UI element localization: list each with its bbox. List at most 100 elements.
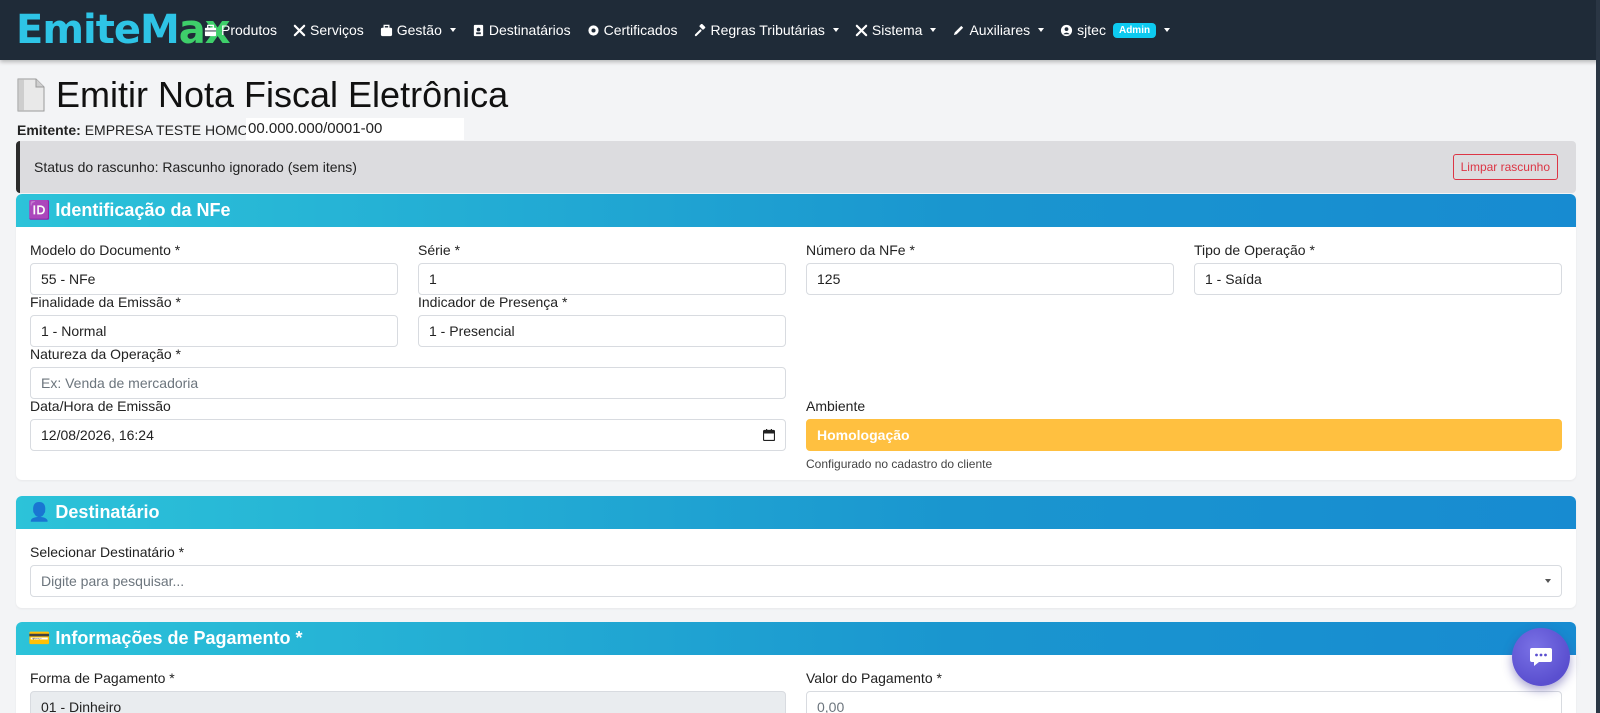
valor-pagamento-input[interactable]: 0,00 [806, 691, 1562, 713]
destinatario-header: 👤 Destinatário [16, 496, 1576, 529]
presenca-field: Indicador de Presença * 1 - Presencial [418, 294, 786, 347]
pagamento-title: Informações de Pagamento * [55, 628, 303, 648]
chevron-down-icon [832, 28, 839, 32]
numero-nfe-field: Número da NFe * 125 [806, 242, 1174, 295]
nav-item-servicos[interactable]: Serviços [293, 22, 364, 38]
chat-bubble-icon [1530, 648, 1552, 666]
valor-pagamento-label: Valor do Pagamento * [806, 670, 942, 686]
destinatario-select[interactable]: Digite para pesquisar... [30, 565, 1562, 597]
chevron-down-icon [1038, 28, 1045, 32]
top-navbar: EmiteM ax Produtos Serviços Gestão Destin… [0, 0, 1600, 60]
clear-draft-button[interactable]: Limpar rascunho [1452, 154, 1558, 180]
nav-item-sistema[interactable]: Sistema [855, 22, 937, 38]
emitente-cnpj: 00.000.000/0001-00 [246, 118, 464, 140]
nav-item-label: Produtos [221, 22, 278, 38]
document-icon [17, 78, 45, 112]
destinatario-select-field: Selecionar Destinatário * Digite para pe… [30, 544, 1562, 597]
data-emissao-input[interactable]: 12/08/2026, 16:24 [30, 419, 786, 451]
page-title-text: Emitir Nota Fiscal Eletrônica [56, 74, 509, 115]
data-emissao-label: Data/Hora de Emissão [30, 398, 171, 414]
nav-user-menu[interactable]: sjtec Admin [1060, 22, 1171, 38]
nav-item-label: Gestão [396, 22, 442, 38]
chevron-down-icon [1545, 579, 1551, 583]
identificacao-title: Identificação da NFe [55, 200, 231, 220]
identificacao-header: 🆔 Identificação da NFe [16, 194, 1576, 227]
tipo-operacao-field: Tipo de Operação * 1 - Saída [1194, 242, 1562, 295]
serie-field: Série * 1 [418, 242, 786, 295]
natureza-field: Natureza da Operação * Ex: Venda de merc… [30, 346, 786, 399]
user-circle-icon [1061, 24, 1073, 36]
nav-item-destinatarios[interactable]: Destinatários [472, 22, 571, 38]
ambiente-hint: Configurado no cadastro do cliente [806, 457, 993, 471]
box-icon [204, 24, 217, 36]
id-icon: 🆔 [28, 200, 51, 220]
calendar-icon[interactable] [763, 429, 775, 441]
pagamento-card: 💳 Informações de Pagamento * Forma de Pa… [16, 622, 1576, 713]
data-emissao-field: Data/Hora de Emissão 12/08/2026, 16:24 [30, 398, 786, 451]
numero-nfe-label: Número da NFe * [806, 242, 915, 258]
pencil-icon [954, 25, 964, 35]
nav-item-regras-tributarias[interactable]: Regras Tributárias [694, 22, 839, 38]
natureza-label: Natureza da Operação * [30, 346, 181, 362]
chat-button[interactable] [1512, 628, 1570, 686]
serie-label: Série * [418, 242, 461, 258]
ambiente-label: Ambiente [806, 398, 866, 414]
presenca-select[interactable]: 1 - Presencial [418, 315, 786, 347]
address-book-icon [473, 24, 484, 36]
nav-item-auxiliares[interactable]: Auxiliares [952, 22, 1045, 38]
destinatario-card: 👤 Destinatário Selecionar Destinatário *… [16, 496, 1576, 608]
forma-pagamento-select[interactable]: 01 - Dinheiro [30, 691, 786, 713]
numero-nfe-input[interactable]: 125 [806, 263, 1174, 295]
emitente-name: EMPRESA TESTE HOMOLO [84, 122, 268, 138]
role-badge: Admin [1112, 22, 1157, 38]
presenca-label: Indicador de Presença * [418, 294, 568, 310]
finalidade-select[interactable]: 1 - Normal [30, 315, 398, 347]
scrollbar[interactable] [1596, 0, 1600, 713]
ambiente-field: Ambiente Homologação Configurado no cada… [806, 398, 1562, 471]
nav-item-label: Regras Tributárias [710, 22, 825, 38]
modelo-field: Modelo do Documento * 55 - NFe [30, 242, 398, 295]
draft-status-text: Status do rascunho: Rascunho ignorado (s… [34, 159, 357, 175]
chevron-down-icon [449, 28, 456, 32]
briefcase-icon [380, 24, 392, 36]
tipo-operacao-select[interactable]: 1 - Saída [1194, 263, 1562, 295]
nav-item-label: Auxiliares [969, 22, 1031, 38]
page-title: Emitir Nota Fiscal Eletrônica [16, 72, 508, 118]
forma-pagamento-field: Forma de Pagamento * 01 - Dinheiro [30, 670, 786, 713]
serie-input[interactable]: 1 [418, 263, 786, 295]
identificacao-card: 🆔 Identificação da NFe Modelo do Documen… [16, 194, 1576, 480]
certificate-icon [587, 24, 599, 36]
modelo-input[interactable]: 55 - NFe [30, 263, 398, 295]
nav-item-label: Sistema [871, 22, 923, 38]
chevron-down-icon [930, 28, 937, 32]
destinatario-title: Destinatário [55, 502, 160, 522]
nav-item-label: Serviços [310, 22, 364, 38]
emitente-info: Emitente: EMPRESA TESTE HOMOLO [17, 122, 267, 138]
brand-logo-part1: EmiteM [16, 7, 180, 53]
emitente-label: Emitente: [17, 122, 81, 138]
draft-status-alert: Status do rascunho: Rascunho ignorado (s… [16, 141, 1576, 193]
tipo-operacao-label: Tipo de Operação * [1194, 242, 1315, 258]
destinatario-select-label: Selecionar Destinatário * [30, 544, 185, 560]
user-name: sjtec [1077, 22, 1106, 38]
nav-item-gestao[interactable]: Gestão [380, 22, 456, 38]
credit-card-icon: 💳 [28, 628, 51, 648]
nav-item-label: Certificados [603, 22, 678, 38]
gavel-icon [694, 23, 705, 36]
pagamento-header: 💳 Informações de Pagamento * [16, 622, 1576, 655]
nav-item-certificados[interactable]: Certificados [587, 22, 678, 38]
chevron-down-icon [1164, 28, 1171, 32]
ambiente-input: Homologação [806, 419, 1562, 451]
natureza-input[interactable]: Ex: Venda de mercadoria [30, 367, 786, 399]
finalidade-label: Finalidade da Emissão * [30, 294, 181, 310]
tools-icon [855, 24, 868, 36]
nav-item-produtos[interactable]: Produtos [204, 22, 277, 38]
forma-pagamento-label: Forma de Pagamento * [30, 670, 175, 686]
user-icon: 👤 [28, 502, 51, 522]
brand-logo[interactable]: EmiteM ax [16, 7, 231, 53]
modelo-label: Modelo do Documento * [30, 242, 181, 258]
tools-icon [293, 24, 306, 36]
destinatario-placeholder: Digite para pesquisar... [41, 573, 185, 589]
nav-menu: Produtos Serviços Gestão Destinatários C… [204, 22, 1186, 38]
nav-item-label: Destinatários [488, 22, 571, 38]
